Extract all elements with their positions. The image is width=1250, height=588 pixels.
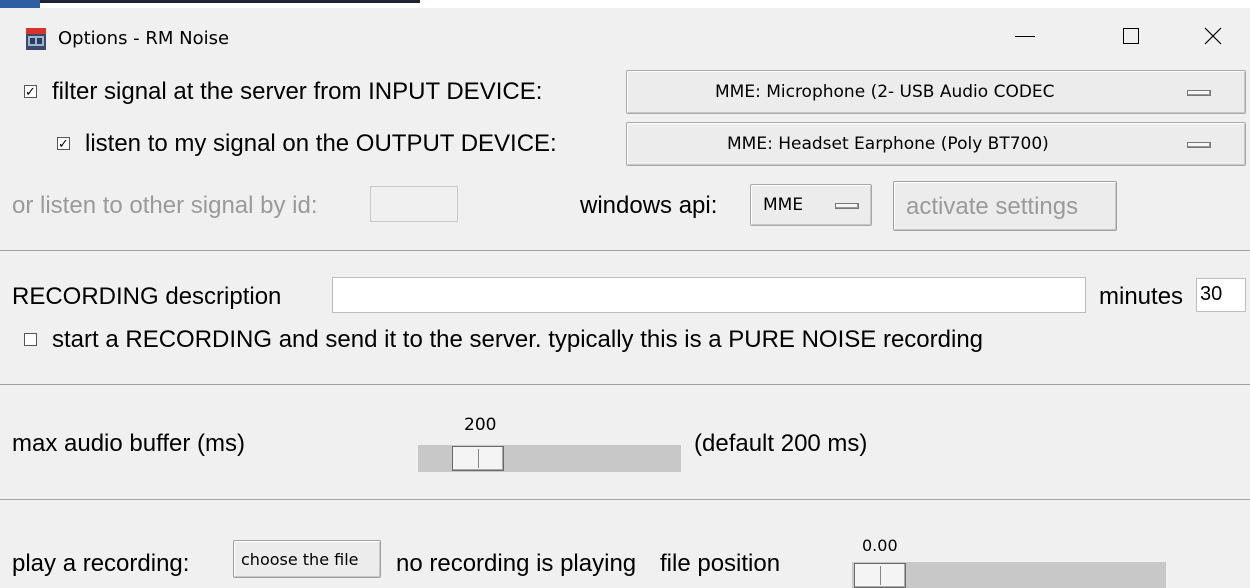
choose-file-button[interactable]: choose the file <box>233 540 381 578</box>
window-top-edge <box>0 0 1250 8</box>
dropdown-indicator-icon <box>1187 90 1211 96</box>
minimize-icon <box>1015 35 1035 37</box>
minutes-label: minutes <box>1099 283 1184 310</box>
top-edge-dark <box>0 0 420 3</box>
input-device-label: filter signal at the server from INPUT D… <box>52 78 543 105</box>
minimize-button[interactable] <box>1002 18 1048 54</box>
buffer-slider-thumb[interactable] <box>452 446 504 471</box>
other-signal-label: or listen to other signal by id: <box>12 192 318 219</box>
dropdown-indicator-icon <box>835 203 859 209</box>
recording-description-input[interactable] <box>332 277 1086 313</box>
dropdown-indicator-icon <box>1187 142 1211 148</box>
thumb-grip <box>478 449 479 468</box>
output-device-label: listen to my signal on the OUTPUT DEVICE… <box>85 130 557 157</box>
activate-settings-button[interactable]: activate settings <box>893 181 1117 231</box>
input-device-dropdown[interactable]: MME: Microphone (2- USB Audio CODEC <box>626 70 1246 114</box>
section-divider <box>0 384 1250 385</box>
windows-api-value: MME <box>763 195 804 215</box>
check-icon: ✓ <box>25 84 36 99</box>
start-recording-label: start a RECORDING and send it to the ser… <box>52 326 984 353</box>
file-position-slider-thumb[interactable] <box>854 563 906 588</box>
minutes-value: 30 <box>1200 283 1223 305</box>
file-position-value: 0.00 <box>862 536 898 555</box>
recording-description-label: RECORDING description <box>12 283 282 310</box>
buffer-slider[interactable] <box>418 445 681 472</box>
file-position-slider[interactable] <box>852 562 1166 588</box>
buffer-default-label: (default 200 ms) <box>694 430 868 457</box>
input-device-value: MME: Microphone (2- USB Audio CODEC <box>715 82 1055 102</box>
check-icon: ✓ <box>58 136 69 151</box>
choose-file-label: choose the file <box>241 550 359 569</box>
maximize-icon <box>1123 28 1139 44</box>
input-device-checkbox[interactable]: ✓ <box>24 85 37 98</box>
windows-api-label: windows api: <box>580 192 718 219</box>
start-recording-checkbox[interactable] <box>24 333 37 346</box>
play-recording-label: play a recording: <box>12 550 190 577</box>
minutes-input[interactable]: 30 <box>1196 278 1246 312</box>
close-icon <box>1204 27 1222 45</box>
top-edge-blue <box>0 0 40 8</box>
max-audio-buffer-label: max audio buffer (ms) <box>12 430 245 457</box>
window-title: Options - RM Noise <box>58 28 230 49</box>
file-position-label: file position <box>660 550 781 577</box>
app-icon <box>26 28 46 50</box>
close-button[interactable] <box>1190 18 1236 54</box>
maximize-button[interactable] <box>1108 18 1154 54</box>
windows-api-dropdown[interactable]: MME <box>750 184 872 226</box>
section-divider <box>0 499 1250 500</box>
thumb-grip <box>880 566 881 585</box>
section-divider <box>0 250 1250 251</box>
activate-settings-label: activate settings <box>906 193 1079 220</box>
other-signal-id-input[interactable] <box>370 186 458 222</box>
playback-status: no recording is playing <box>396 550 637 577</box>
output-device-checkbox[interactable]: ✓ <box>57 137 70 150</box>
output-device-dropdown[interactable]: MME: Headset Earphone (Poly BT700) <box>626 122 1246 166</box>
buffer-slider-value: 200 <box>464 415 497 435</box>
output-device-value: MME: Headset Earphone (Poly BT700) <box>727 134 1049 154</box>
